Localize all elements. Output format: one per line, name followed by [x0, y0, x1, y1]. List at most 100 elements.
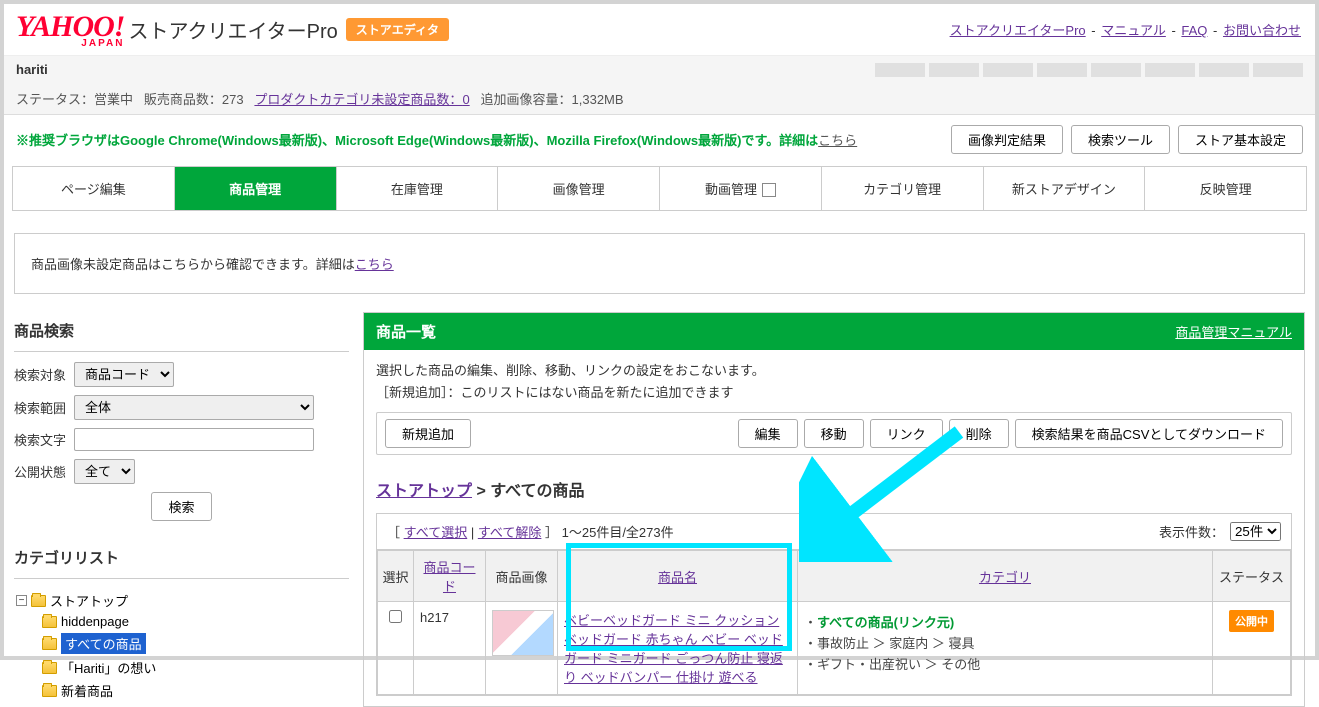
main-description: 選択した商品の編集、削除、移動、リンクの設定をおこないます。 ［新規追加］：この… [376, 360, 1292, 404]
search-range-select[interactable]: 全体 [74, 395, 314, 420]
tab-category-mgmt[interactable]: カテゴリ管理 [822, 166, 984, 210]
select-all-link[interactable]: すべて選択 [404, 525, 468, 540]
search-keyword-input[interactable] [74, 428, 314, 451]
status-badge: 公開中 [1229, 610, 1274, 632]
tree-label-all: すべての商品 [61, 633, 146, 654]
th-image: 商品画像 [486, 551, 558, 602]
list-header: ［ すべて選択 | すべて解除 ］ 1～25件目/全273件 表示件数： 25件 [377, 514, 1291, 550]
search-tool-button[interactable]: 検索ツール [1071, 125, 1170, 154]
image-capacity: 追加画像容量：1,332MB [481, 92, 624, 107]
tab-product-mgmt[interactable]: 商品管理 [175, 166, 337, 210]
link-button[interactable]: リンク [870, 419, 943, 448]
copy-icon [764, 185, 776, 197]
link-creator[interactable]: ストアクリエイターPro [950, 23, 1086, 38]
folder-icon [42, 662, 57, 674]
publish-state-label: 公開状態 [14, 462, 74, 481]
search-target-select[interactable]: 商品コード [74, 362, 174, 387]
cat-line-2: ギフト・出産祝い ＞ その他 [804, 654, 1206, 673]
table-row: h217 ベビーベッドガード ミニ クッション ベッドガード 赤ちゃん ベビー … [378, 602, 1291, 695]
tab-reflect-mgmt[interactable]: 反映管理 [1145, 166, 1307, 210]
link-contact[interactable]: お問い合わせ [1223, 23, 1301, 38]
tab-new-design[interactable]: 新ストアデザイン [984, 166, 1146, 210]
edit-button[interactable]: 編集 [738, 419, 798, 448]
action-bar: 新規追加 編集 移動 リンク 削除 検索結果を商品CSVとしてダウンロード [376, 412, 1292, 455]
cell-code: h217 [414, 602, 486, 695]
breadcrumb: ストアトップ > すべての商品 [376, 477, 1292, 501]
main-title: 商品一覧 [376, 321, 436, 342]
link-faq[interactable]: FAQ [1181, 23, 1207, 38]
main-tabs: ページ編集 商品管理 在庫管理 画像管理 動画管理 カテゴリ管理 新ストアデザイ… [12, 166, 1307, 211]
category-tree: − ストアトップ hiddenpage すべての商品 「Hariti」の想い 新… [16, 589, 349, 702]
tree-item-all[interactable]: すべての商品 [42, 631, 349, 656]
browser-detail-link[interactable]: こちら [818, 133, 857, 148]
notice-text: 商品画像未設定商品はこちらから確認できます。詳細は [31, 257, 355, 272]
breadcrumb-current: すべての商品 [490, 483, 584, 500]
store-bar: hariti [4, 55, 1315, 83]
uncat-link[interactable]: プロダクトカテゴリ未設定商品数：0 [254, 92, 469, 107]
image-judgment-button[interactable]: 画像判定結果 [951, 125, 1063, 154]
breadcrumb-sep: > [472, 483, 490, 500]
tree-label-hidden[interactable]: hiddenpage [61, 614, 129, 629]
th-code[interactable]: 商品コード [414, 551, 486, 602]
tree-item-new[interactable]: 新着商品 [42, 679, 349, 702]
list-box: ［ すべて選択 | すべて解除 ］ 1～25件目/全273件 表示件数： 25件… [376, 513, 1292, 696]
product-name-link[interactable]: ベビーベッドガード ミニ クッション ベッドガード 赤ちゃん ベビー ベッドガー… [564, 613, 783, 685]
notice-link[interactable]: こちら [355, 257, 394, 272]
tab-page-edit[interactable]: ページ編集 [12, 166, 175, 210]
category-panel-title: カテゴリリスト [14, 539, 349, 579]
search-button[interactable]: 検索 [151, 492, 211, 521]
product-table: 選択 商品コード 商品画像 商品名 カテゴリ ステータス h217 [377, 550, 1291, 695]
browser-note: ※推奨ブラウザはGoogle Chrome(Windows最新版)、Micros… [16, 130, 857, 149]
deselect-all-link[interactable]: すべて解除 [478, 525, 542, 540]
sidebar: 商品検索 検索対象 商品コード 検索範囲 全体 検索文字 公開状態 全て 検索 … [14, 312, 349, 707]
per-page-select[interactable]: 25件 [1230, 522, 1281, 541]
tree-label-new[interactable]: 新着商品 [61, 681, 113, 700]
csv-download-button[interactable]: 検索結果を商品CSVとしてダウンロード [1015, 419, 1283, 448]
product-thumb[interactable] [492, 610, 554, 656]
tab-stock-mgmt[interactable]: 在庫管理 [337, 166, 499, 210]
status-bar: ステータス：営業中 販売商品数：273 プロダクトカテゴリ未設定商品数：0 追加… [4, 83, 1315, 115]
add-button[interactable]: 新規追加 [385, 419, 471, 448]
link-manual[interactable]: マニュアル [1101, 23, 1166, 38]
product-manual-link[interactable]: 商品管理マニュアル [1175, 322, 1292, 341]
search-panel-title: 商品検索 [14, 312, 349, 352]
cat-line-1: 事故防止 ＞ 家庭内 ＞ 寝具 [804, 633, 1206, 652]
per-page-label: 表示件数： [1159, 522, 1224, 541]
status-label: ステータス：営業中 [16, 92, 133, 107]
tab-image-mgmt[interactable]: 画像管理 [498, 166, 660, 210]
app-title: ストアクリエイターPro [128, 15, 337, 44]
editor-badge: ストアエディタ [346, 18, 449, 41]
search-target-label: 検索対象 [14, 365, 74, 384]
tree-item-hariti[interactable]: 「Hariti」の想い [42, 656, 349, 679]
main-panel: 商品一覧 商品管理マニュアル 選択した商品の編集、削除、移動、リンクの設定をおこ… [363, 312, 1305, 707]
main-header: 商品一覧 商品管理マニュアル [364, 313, 1304, 350]
folder-icon [31, 595, 46, 607]
notice-box: 商品画像未設定商品はこちらから確認できます。詳細はこちら [14, 233, 1305, 294]
tree-label-root[interactable]: ストアトップ [50, 591, 128, 610]
breadcrumb-top[interactable]: ストアトップ [376, 483, 472, 500]
tree-label-hariti[interactable]: 「Hariti」の想い [61, 658, 156, 677]
move-button[interactable]: 移動 [804, 419, 864, 448]
tab-video-mgmt[interactable]: 動画管理 [660, 166, 822, 210]
browser-bar: ※推奨ブラウザはGoogle Chrome(Windows最新版)、Micros… [4, 115, 1315, 166]
th-select: 選択 [378, 551, 414, 602]
search-range-label: 検索範囲 [14, 398, 74, 417]
cell-category: すべての商品(リンク元) 事故防止 ＞ 家庭内 ＞ 寝具 ギフト・出産祝い ＞ … [798, 602, 1213, 695]
folder-icon [42, 685, 57, 697]
logo[interactable]: YAHOO! JAPAN [16, 10, 124, 49]
publish-state-select[interactable]: 全て [74, 459, 135, 484]
products-label: 販売商品数： [144, 92, 222, 107]
th-name[interactable]: 商品名 [558, 551, 798, 602]
toolbar-buttons: 画像判定結果 検索ツール ストア基本設定 [951, 125, 1303, 154]
header-links: ストアクリエイターPro - マニュアル - FAQ - お問い合わせ [948, 20, 1303, 39]
store-basic-button[interactable]: ストア基本設定 [1178, 125, 1303, 154]
delete-button[interactable]: 削除 [949, 419, 1009, 448]
collapse-icon[interactable]: − [16, 595, 27, 606]
search-keyword-label: 検索文字 [14, 430, 74, 449]
folder-icon [42, 638, 57, 650]
tree-item-root[interactable]: − ストアトップ [16, 589, 349, 612]
row-checkbox[interactable] [389, 610, 402, 623]
tree-item-hidden[interactable]: hiddenpage [42, 612, 349, 631]
th-category[interactable]: カテゴリ [798, 551, 1213, 602]
range-text: 1～25件目/全273件 [562, 525, 674, 540]
